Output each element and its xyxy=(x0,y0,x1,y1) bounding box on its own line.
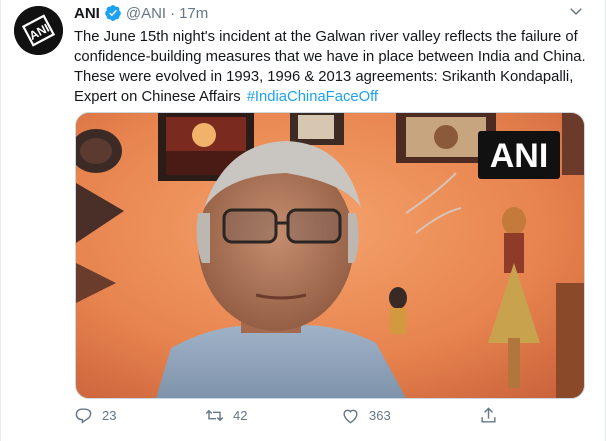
tweet-card[interactable]: ANI ANI @ANI · 17m The June 15th night's… xyxy=(0,0,606,441)
retweet-button[interactable]: 42 xyxy=(205,406,247,425)
like-icon xyxy=(343,409,358,424)
tweet-media-image[interactable]: ANI xyxy=(75,112,585,399)
verified-badge-icon xyxy=(104,5,121,21)
share-button[interactable] xyxy=(479,406,498,425)
reply-button[interactable]: 23 xyxy=(74,406,116,425)
like-count: 363 xyxy=(369,408,391,423)
avatar[interactable]: ANI xyxy=(14,6,63,55)
reply-icon xyxy=(75,408,92,424)
hashtag-link[interactable]: #IndiaChinaFaceOff xyxy=(247,89,378,105)
tweet-header: ANI @ANI · 17m xyxy=(74,3,585,23)
ani-logo: ANI xyxy=(14,6,63,55)
author-name[interactable]: ANI xyxy=(74,5,100,22)
tweet-text: The June 15th night's incident at the Ga… xyxy=(74,27,594,107)
separator-dot: · xyxy=(170,4,176,22)
retweet-count: 42 xyxy=(233,408,248,423)
reply-count: 23 xyxy=(102,408,117,423)
like-button[interactable]: 363 xyxy=(341,406,391,425)
timestamp[interactable]: 17m xyxy=(179,5,208,22)
chevron-down-icon[interactable] xyxy=(567,2,585,20)
video-frame: ANI xyxy=(76,113,584,398)
retweet-icon xyxy=(205,409,224,422)
author-handle[interactable]: @ANI xyxy=(126,5,166,22)
share-icon xyxy=(481,407,496,423)
tweet-actions: 23 42 363 xyxy=(74,406,514,428)
media-watermark: ANI xyxy=(490,137,549,175)
